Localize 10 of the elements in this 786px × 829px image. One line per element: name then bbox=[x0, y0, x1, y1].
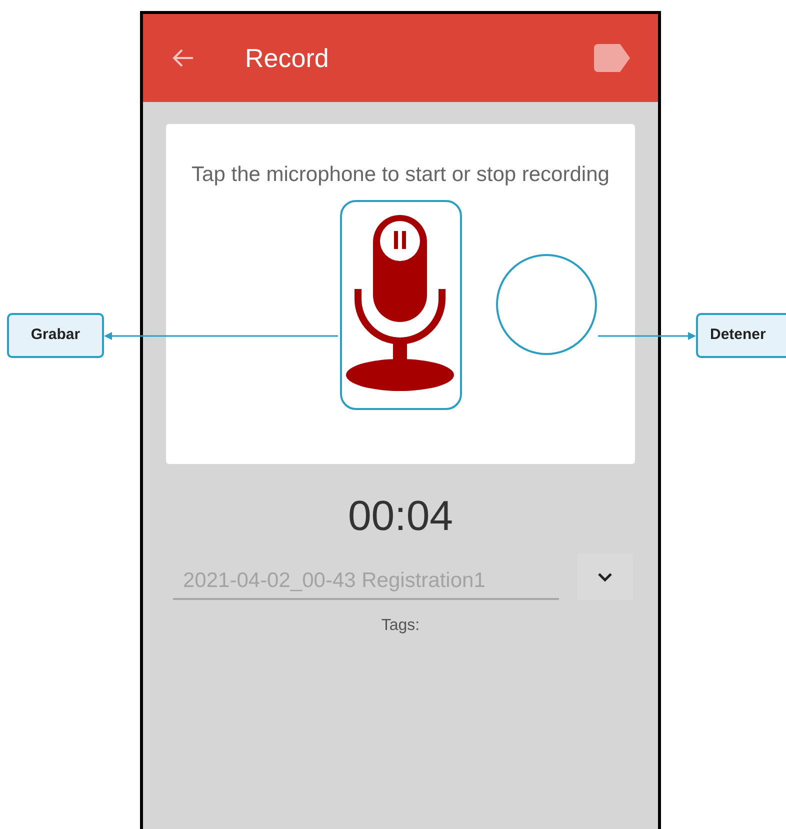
callout-label: Grabar bbox=[30, 325, 80, 346]
back-arrow-icon[interactable] bbox=[171, 48, 195, 68]
screen-title: Record bbox=[245, 42, 329, 74]
tags-label: Tags: bbox=[380, 616, 421, 636]
instruction-text: Tap the microphone to start or stop recording bbox=[190, 162, 610, 188]
callout-label: Detener bbox=[710, 325, 766, 346]
chevron-down-icon bbox=[598, 572, 612, 582]
microphone-button[interactable] bbox=[340, 200, 462, 410]
timer-text: 00:04 bbox=[346, 492, 454, 540]
label-icon[interactable] bbox=[594, 44, 630, 72]
